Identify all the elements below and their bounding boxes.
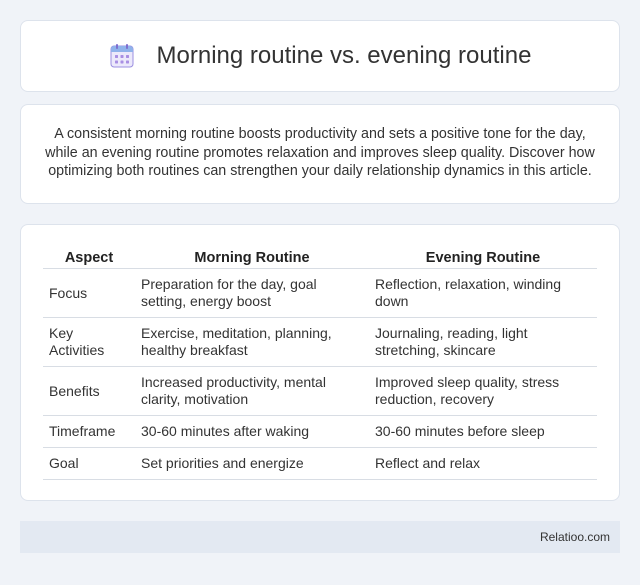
table-cell-morning: Exercise, meditation, planning, healthy … xyxy=(135,318,369,367)
comparison-card: Aspect Morning Routine Evening Routine F… xyxy=(20,224,620,501)
table-row: Key Activities Exercise, meditation, pla… xyxy=(43,318,597,367)
intro-text: A consistent morning routine boosts prod… xyxy=(45,126,595,179)
table-cell-morning: Set priorities and energize xyxy=(135,448,369,480)
table-cell-morning: 30-60 minutes after waking xyxy=(135,416,369,448)
footer: Relatioo.com xyxy=(20,521,620,553)
table-cell-evening: Improved sleep quality, stress reduction… xyxy=(369,367,597,416)
table-cell-morning: Increased productivity, mental clarity, … xyxy=(135,367,369,416)
table-row: Timeframe 30-60 minutes after waking 30-… xyxy=(43,416,597,448)
footer-brand[interactable]: Relatioo.com xyxy=(540,530,610,544)
table-cell-aspect: Benefits xyxy=(43,367,135,416)
table-cell-aspect: Focus xyxy=(43,269,135,318)
column-header-evening: Evening Routine xyxy=(369,245,597,269)
page-title: Morning routine vs. evening routine xyxy=(156,42,532,69)
table-cell-aspect: Goal xyxy=(43,448,135,480)
intro-card: A consistent morning routine boosts prod… xyxy=(20,104,620,204)
table-header-row: Aspect Morning Routine Evening Routine xyxy=(43,245,597,269)
table-cell-morning: Preparation for the day, goal setting, e… xyxy=(135,269,369,318)
table-cell-evening: 30-60 minutes before sleep xyxy=(369,416,597,448)
table-row: Goal Set priorities and energize Reflect… xyxy=(43,448,597,480)
table-row: Benefits Increased productivity, mental … xyxy=(43,367,597,416)
table-cell-aspect: Key Activities xyxy=(43,318,135,367)
table-row: Focus Preparation for the day, goal sett… xyxy=(43,269,597,318)
column-header-morning: Morning Routine xyxy=(135,245,369,269)
column-header-aspect: Aspect xyxy=(43,245,135,269)
table-cell-aspect: Timeframe xyxy=(43,416,135,448)
calendar-icon xyxy=(110,44,134,68)
table-cell-evening: Reflect and relax xyxy=(369,448,597,480)
table-cell-evening: Reflection, relaxation, winding down xyxy=(369,269,597,318)
table-cell-evening: Journaling, reading, light stretching, s… xyxy=(369,318,597,367)
comparison-table: Aspect Morning Routine Evening Routine F… xyxy=(43,245,597,480)
title-card: Morning routine vs. evening routine xyxy=(20,20,620,92)
